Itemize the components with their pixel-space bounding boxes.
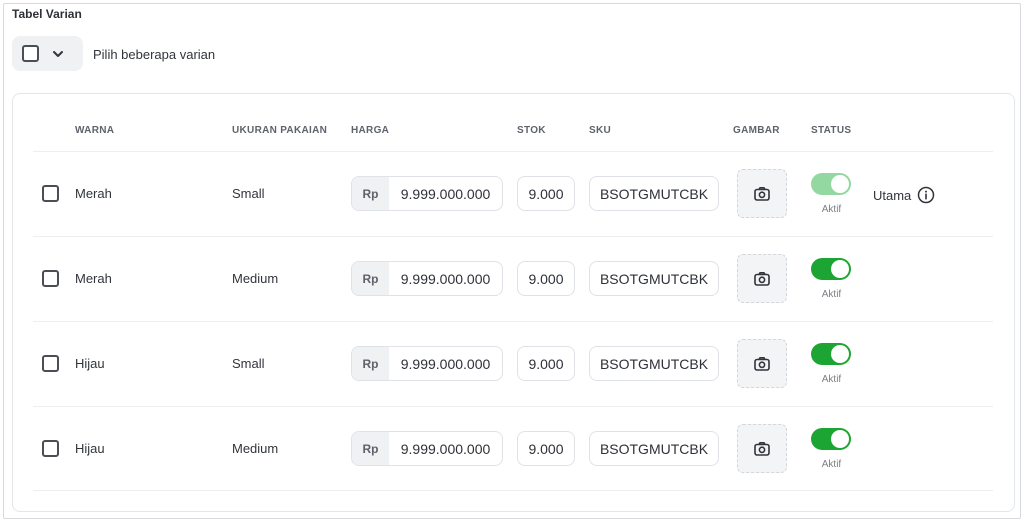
status-label: Aktif [821, 459, 842, 470]
column-header-harga: HARGA [351, 125, 390, 136]
stock-input[interactable]: 9.000 [517, 176, 575, 211]
variant-table: WARNA UKURAN PAKAIAN HARGA STOK SKU GAMB… [12, 93, 1015, 512]
status-toggle[interactable] [811, 343, 851, 365]
cell-ukuran: Small [232, 186, 265, 201]
stock-input[interactable]: 9.000 [517, 261, 575, 296]
price-value[interactable]: 9.999.000.000 [389, 177, 502, 210]
info-icon[interactable] [917, 186, 935, 204]
cell-warna: Merah [75, 186, 112, 201]
image-upload-button[interactable] [737, 424, 787, 473]
image-upload-button[interactable] [737, 169, 787, 218]
price-value[interactable]: 9.999.000.000 [389, 347, 502, 380]
status-label: Aktif [821, 374, 842, 385]
row-checkbox[interactable] [42, 270, 59, 287]
stock-input[interactable]: 9.000 [517, 431, 575, 466]
section-title: Tabel Varian [12, 7, 82, 21]
status-toggle[interactable] [811, 173, 851, 195]
camera-icon [754, 356, 770, 371]
sku-input[interactable]: BSOTGMUTCBK [589, 431, 719, 466]
cell-warna: Hijau [75, 441, 105, 456]
column-header-status: STATUS [811, 125, 852, 136]
currency-prefix: Rp [352, 262, 389, 295]
table-row: Hijau Small Rp 9.999.000.000 9.000 BSOTG… [33, 321, 993, 406]
image-upload-button[interactable] [737, 339, 787, 388]
column-header-warna: WARNA [75, 125, 115, 136]
currency-prefix: Rp [352, 432, 389, 465]
price-input[interactable]: Rp 9.999.000.000 [351, 346, 503, 381]
sku-input[interactable]: BSOTGMUTCBK [589, 176, 719, 211]
table-row: Hijau Medium Rp 9.999.000.000 9.000 BSOT… [33, 406, 993, 491]
camera-icon [754, 271, 770, 286]
table-row: Merah Small Rp 9.999.000.000 9.000 BSOTG… [33, 151, 993, 236]
currency-prefix: Rp [352, 347, 389, 380]
cell-ukuran: Small [232, 356, 265, 371]
price-value[interactable]: 9.999.000.000 [389, 432, 502, 465]
column-header-ukuran: UKURAN PAKAIAN [232, 125, 328, 136]
image-upload-button[interactable] [737, 254, 787, 303]
column-header-sku: SKU [589, 125, 612, 136]
cell-warna: Hijau [75, 356, 105, 371]
currency-prefix: Rp [352, 177, 389, 210]
camera-icon [754, 441, 770, 456]
chevron-down-icon[interactable] [52, 48, 64, 60]
row-checkbox[interactable] [42, 440, 59, 457]
cell-ukuran: Medium [232, 441, 279, 456]
bulk-select-dropdown[interactable] [12, 36, 83, 71]
table-row: Merah Medium Rp 9.999.000.000 9.000 BSOT… [33, 236, 993, 321]
cell-ukuran: Medium [232, 271, 279, 286]
price-input[interactable]: Rp 9.999.000.000 [351, 261, 503, 296]
sku-input[interactable]: BSOTGMUTCBK [589, 346, 719, 381]
main-variant-label: Utama [873, 186, 935, 204]
row-checkbox[interactable] [42, 355, 59, 372]
column-header-stok: STOK [517, 125, 546, 136]
status-label: Aktif [821, 204, 842, 215]
column-header-gambar: GAMBAR [733, 125, 780, 136]
status-toggle[interactable] [811, 258, 851, 280]
sku-input[interactable]: BSOTGMUTCBK [589, 261, 719, 296]
price-input[interactable]: Rp 9.999.000.000 [351, 431, 503, 466]
bulk-select-label: Pilih beberapa varian [93, 47, 216, 62]
camera-icon [754, 186, 770, 201]
price-input[interactable]: Rp 9.999.000.000 [351, 176, 503, 211]
stock-input[interactable]: 9.000 [517, 346, 575, 381]
cell-warna: Merah [75, 271, 112, 286]
status-toggle[interactable] [811, 428, 851, 450]
bulk-select-checkbox[interactable] [22, 45, 39, 62]
row-checkbox[interactable] [42, 185, 59, 202]
variant-table-section: Tabel Varian Pilih beberapa varian WARNA… [3, 3, 1021, 519]
price-value[interactable]: 9.999.000.000 [389, 262, 502, 295]
status-label: Aktif [821, 289, 842, 300]
